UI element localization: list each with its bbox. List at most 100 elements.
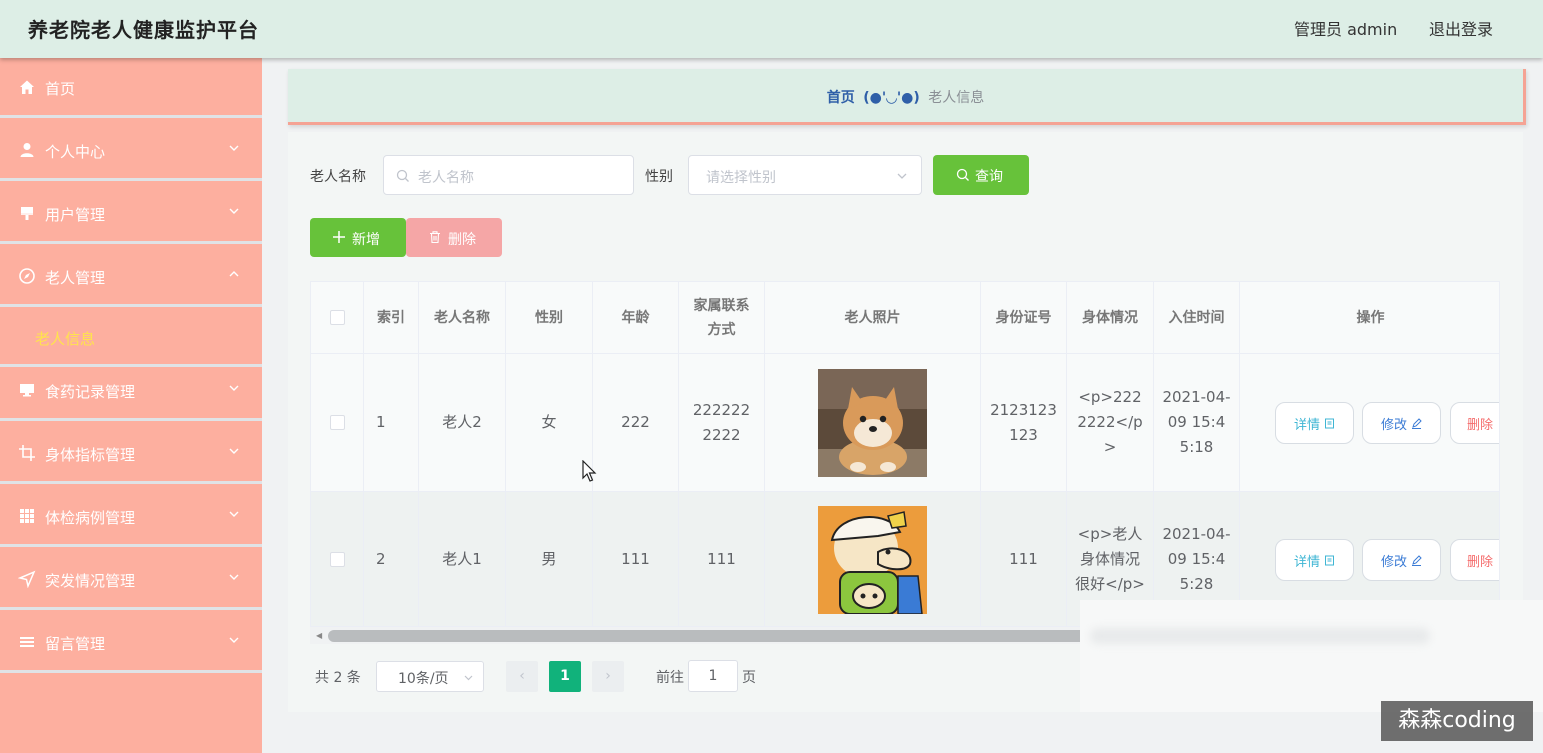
next-page-button[interactable]: › bbox=[592, 661, 624, 692]
shiba-inu-dog-photo[interactable] bbox=[818, 368, 927, 477]
sidebar-subitem-label: 老人信息 bbox=[35, 330, 96, 348]
blurred-bar bbox=[1090, 628, 1430, 644]
query-button[interactable]: 查询 bbox=[933, 155, 1029, 195]
delete-button[interactable]: 删除 bbox=[1450, 539, 1499, 581]
cell-index: 1 bbox=[364, 354, 419, 492]
column-header[interactable]: 家属联系方式 bbox=[679, 282, 765, 354]
sidebar-item-medical-records[interactable]: 体检病例管理 bbox=[0, 487, 262, 547]
logout-link[interactable]: 退出登录 bbox=[1429, 16, 1493, 40]
scroll-left-icon[interactable]: ◀ bbox=[316, 631, 322, 640]
sidebar-item-personal-center[interactable]: 个人中心 bbox=[0, 121, 262, 181]
pagination-total: 共 2 条 bbox=[315, 670, 361, 686]
chevron-down-icon bbox=[897, 173, 907, 179]
edit-button[interactable]: 修改 bbox=[1362, 402, 1441, 444]
edit-button-label: 修改 bbox=[1380, 417, 1407, 433]
sidebar-item-label: 留言管理 bbox=[45, 635, 106, 653]
sidebar-item-food-medicine[interactable]: 食药记录管理 bbox=[0, 361, 262, 421]
gender-select[interactable]: 请选择性别 bbox=[688, 155, 922, 195]
sidebar-item-label: 体检病例管理 bbox=[45, 509, 136, 527]
app-title: 养老院老人健康监护平台 bbox=[28, 18, 259, 42]
name-search-placeholder: 老人名称 bbox=[418, 170, 474, 186]
goto-page-input[interactable]: 1 bbox=[688, 660, 738, 692]
table-row-checkbox-cell bbox=[311, 492, 364, 626]
page-size-value: 10条/页 bbox=[398, 671, 449, 687]
document-icon bbox=[1325, 555, 1334, 565]
detail-button[interactable]: 详情 bbox=[1275, 402, 1354, 444]
chevron-down-icon bbox=[229, 145, 239, 151]
list-icon bbox=[20, 637, 34, 647]
edit-icon bbox=[1412, 554, 1422, 566]
cell-gender: 男 bbox=[506, 492, 593, 626]
sidebar-item-label: 老人管理 bbox=[45, 269, 106, 287]
watermark: 森森coding bbox=[1381, 701, 1533, 741]
sidebar-item-body-indicators[interactable]: 身体指标管理 bbox=[0, 424, 262, 484]
sidebar-item-emergencies[interactable]: 突发情况管理 bbox=[0, 550, 262, 610]
column-header[interactable]: 身份证号 bbox=[981, 282, 1067, 354]
sidebar-item-messages[interactable]: 留言管理 bbox=[0, 613, 262, 673]
cell-gender: 女 bbox=[506, 354, 593, 492]
current-user-label: 管理员 admin bbox=[1294, 20, 1398, 39]
gender-filter-label: 性别 bbox=[645, 169, 673, 185]
chevron-down-icon bbox=[229, 208, 239, 214]
cartoon-boy-photo[interactable] bbox=[818, 505, 927, 614]
chevron-down-icon bbox=[229, 385, 239, 391]
page-number-current[interactable]: 1 bbox=[549, 661, 581, 692]
cell-checkin-time: 2021-04-09 15:45:18 bbox=[1154, 354, 1240, 492]
sidebar-item-label: 首页 bbox=[45, 80, 76, 98]
add-button[interactable]: 新增 bbox=[310, 218, 406, 257]
cell-photo bbox=[765, 354, 981, 492]
search-icon bbox=[396, 169, 409, 182]
name-filter-label: 老人名称 bbox=[310, 169, 366, 185]
crop-icon bbox=[19, 445, 35, 461]
row-checkbox[interactable] bbox=[329, 415, 345, 430]
cell-health: <p>2222222</p> bbox=[1067, 354, 1154, 492]
cell-id-number: 2123123123 bbox=[981, 354, 1067, 492]
delete-button[interactable]: 删除 bbox=[1450, 402, 1499, 444]
delete-button-label: 删除 bbox=[1467, 554, 1494, 570]
column-header[interactable]: 老人照片 bbox=[765, 282, 981, 354]
sidebar-item-label: 食药记录管理 bbox=[45, 383, 136, 401]
detail-button-label: 详情 bbox=[1293, 417, 1320, 433]
sidebar-subitem-elder-info[interactable]: 老人信息 bbox=[0, 310, 262, 367]
breadcrumb-home[interactable]: 首页 bbox=[827, 90, 855, 106]
column-header[interactable]: 性别 bbox=[506, 282, 593, 354]
column-header[interactable]: 身体情况 bbox=[1067, 282, 1154, 354]
chevron-down-icon bbox=[229, 511, 239, 517]
home-icon bbox=[20, 80, 34, 94]
chevron-down-icon bbox=[229, 574, 239, 580]
batch-delete-button[interactable]: 删除 bbox=[406, 218, 502, 257]
cell-id-number: 111 bbox=[981, 492, 1067, 626]
mouse-cursor-icon bbox=[582, 460, 597, 482]
select-all-checkbox[interactable] bbox=[329, 310, 345, 325]
monitor-icon bbox=[20, 384, 34, 397]
breadcrumb-separator: (●'◡'●) bbox=[863, 90, 920, 106]
column-header[interactable]: 索引 bbox=[364, 282, 419, 354]
gender-select-placeholder: 请选择性别 bbox=[706, 170, 776, 186]
detail-button[interactable]: 详情 bbox=[1275, 539, 1354, 581]
prev-page-button[interactable]: ‹ bbox=[506, 661, 538, 692]
page-size-select[interactable]: 10条/页 bbox=[376, 661, 484, 692]
sidebar-item-label: 身体指标管理 bbox=[45, 446, 136, 464]
compass-icon bbox=[19, 268, 35, 284]
trash-icon bbox=[430, 231, 440, 244]
column-header[interactable]: 老人名称 bbox=[419, 282, 506, 354]
detail-button-label: 详情 bbox=[1293, 554, 1320, 570]
edit-button[interactable]: 修改 bbox=[1362, 539, 1441, 581]
cell-contact: 2222222222 bbox=[679, 354, 765, 492]
sidebar-item-user-management[interactable]: 用户管理 bbox=[0, 184, 262, 244]
sidebar-item-home[interactable]: 首页 bbox=[0, 58, 262, 118]
elder-table: 索引 老人名称 性别 年龄 家属联系方式 老人照片 身份证号 身体情况 入住时间… bbox=[310, 281, 1500, 627]
brush-icon bbox=[21, 207, 33, 220]
blurred-overlay bbox=[1080, 600, 1543, 712]
document-icon bbox=[1325, 418, 1334, 428]
send-icon bbox=[18, 570, 36, 588]
sidebar-item-elder-management[interactable]: 老人管理 bbox=[0, 247, 262, 307]
name-search-input[interactable]: 老人名称 bbox=[383, 155, 634, 195]
column-header[interactable]: 入住时间 bbox=[1154, 282, 1240, 354]
plus-icon bbox=[333, 231, 345, 243]
batch-delete-label: 删除 bbox=[448, 232, 476, 248]
chevron-down-icon bbox=[229, 637, 239, 643]
row-checkbox[interactable] bbox=[329, 552, 345, 567]
cell-age: 111 bbox=[593, 492, 679, 626]
column-header[interactable]: 年龄 bbox=[593, 282, 679, 354]
